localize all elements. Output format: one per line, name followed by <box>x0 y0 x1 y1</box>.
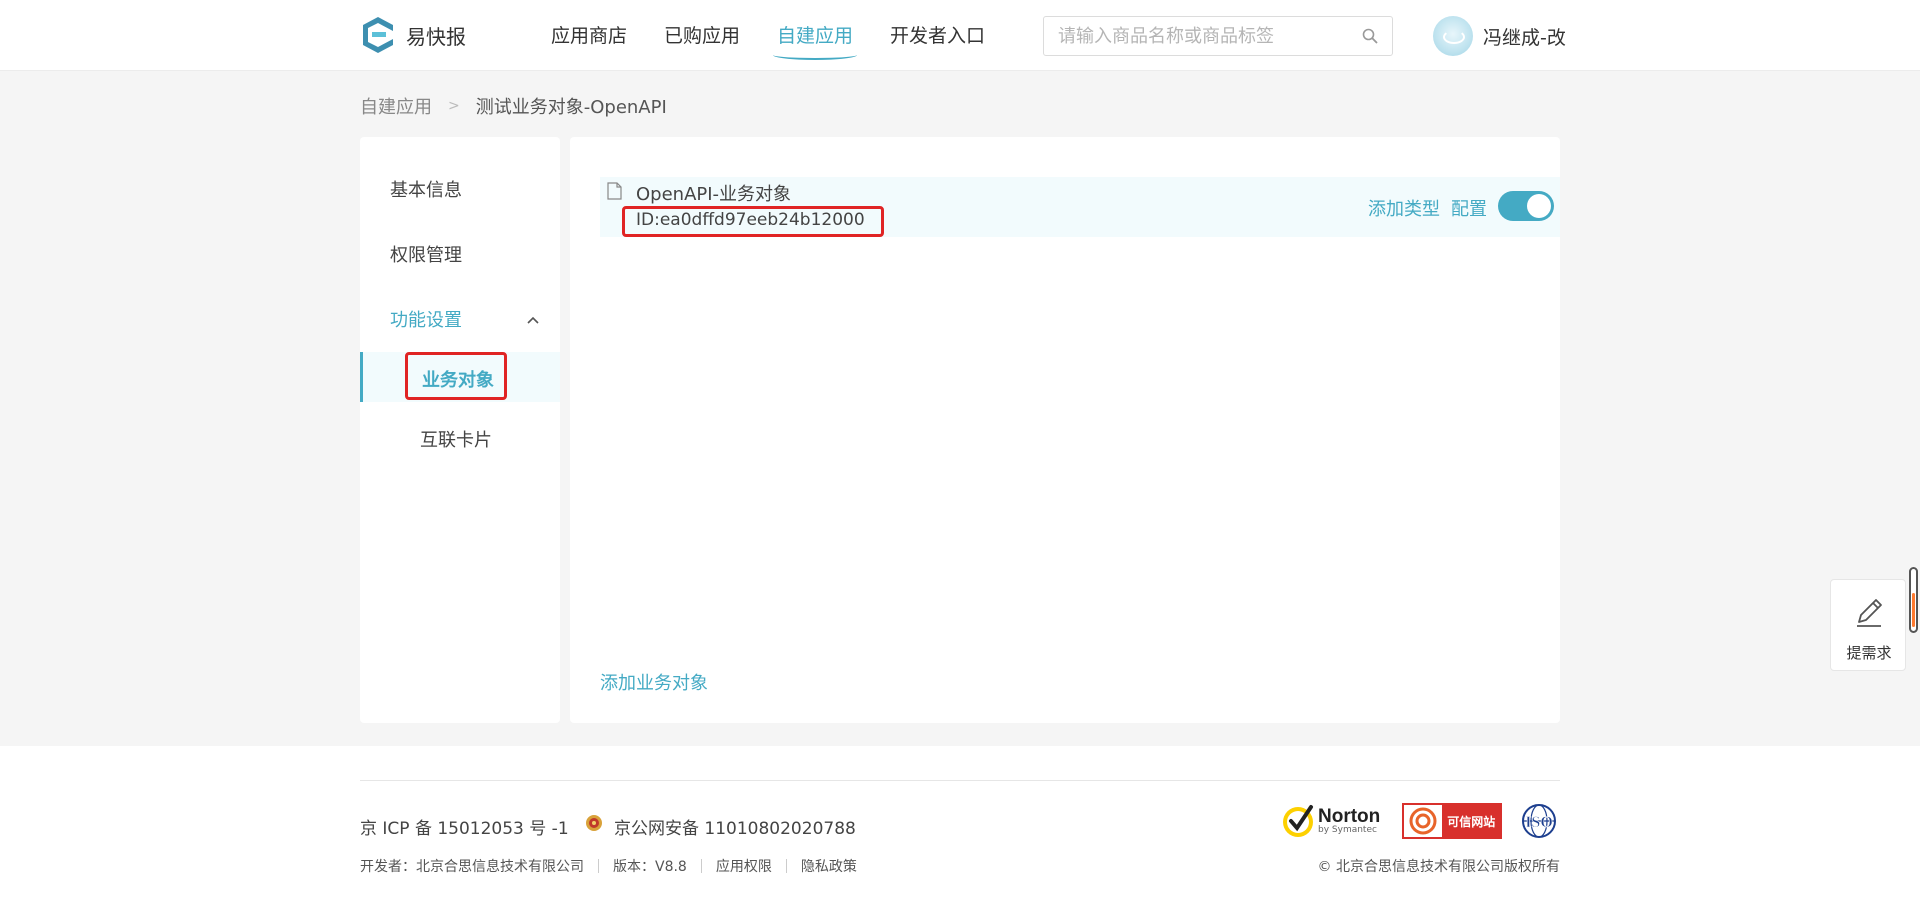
nav-developer-portal[interactable]: 开发者入口 <box>890 22 985 50</box>
sidebar-item-basic-info[interactable]: 基本信息 <box>390 176 462 202</box>
breadcrumb-parent[interactable]: 自建应用 <box>360 93 432 119</box>
police-emblem-icon <box>586 815 602 831</box>
norton-sub: by Symantec <box>1318 825 1377 835</box>
app-permissions-link[interactable]: 应用权限 <box>716 856 772 876</box>
icp-license[interactable]: 京 ICP 备 15012053 号 -1 <box>360 814 569 839</box>
public-security-record[interactable]: 京公网安备 11010802020788 <box>614 814 856 839</box>
page-footer: 京 ICP 备 15012053 号 -1 京公网安备 110108020207… <box>0 746 1920 902</box>
sidebar-group-feature-settings[interactable]: 功能设置 <box>390 306 462 332</box>
brand-logo[interactable]: 易快报 <box>360 15 466 55</box>
breadcrumb-separator-icon: > <box>448 98 460 114</box>
scrollbar-thumb[interactable] <box>1909 567 1918 633</box>
footer-separator <box>700 859 702 873</box>
configure-link[interactable]: 配置 <box>1451 195 1487 221</box>
highlight-box-object-id <box>622 206 884 237</box>
pen-icon <box>1857 599 1882 627</box>
trusted-site-label: 可信网站 <box>1442 805 1501 837</box>
add-business-object-link[interactable]: 添加业务对象 <box>600 669 708 695</box>
search-box <box>1043 16 1393 56</box>
nav-purchased-apps[interactable]: 已购应用 <box>664 22 740 50</box>
footer-separator <box>785 859 787 873</box>
breadcrumb-current: 测试业务对象-OpenAPI <box>475 97 667 118</box>
business-objects-panel: OpenAPI-业务对象 ID:ea0dffd97eeb24b12000 添加类… <box>570 137 1560 723</box>
chevron-up-icon[interactable] <box>526 315 540 325</box>
sidebar-item-permissions[interactable]: 权限管理 <box>390 241 462 267</box>
norton-check-icon <box>1283 805 1313 837</box>
user-name[interactable]: 冯继成-改 <box>1483 23 1566 50</box>
iso-label: ISO <box>1525 814 1553 831</box>
norton-brand: Norton <box>1318 806 1381 827</box>
main-nav: 应用商店 已购应用 自建应用 开发者入口 <box>551 22 1022 60</box>
add-type-link[interactable]: 添加类型 <box>1368 195 1440 221</box>
privacy-policy-link[interactable]: 隐私政策 <box>801 856 857 876</box>
version-info: 版本：V8.8 <box>613 859 687 875</box>
top-header: 易快报 应用商店 已购应用 自建应用 开发者入口 冯继成-改 <box>0 0 1920 71</box>
footer-divider <box>360 780 1560 781</box>
sidebar-item-interconnect-cards[interactable]: 互联卡片 <box>420 426 492 452</box>
settings-sidebar: 基本信息 权限管理 功能设置 业务对象 互联卡片 <box>360 137 560 723</box>
toggle-knob <box>1527 194 1551 218</box>
search-icon[interactable] <box>1362 28 1378 44</box>
breadcrumb: 自建应用 > 测试业务对象-OpenAPI <box>360 93 667 119</box>
feedback-label: 提需求 <box>1846 644 1892 662</box>
nav-custom-apps[interactable]: 自建应用 <box>773 22 858 60</box>
trusted-site-icon <box>1404 805 1443 837</box>
footer-links: 开发者：北京合思信息技术有限公司 版本：V8.8 应用权限 隐私政策 <box>360 856 857 876</box>
footer-separator <box>598 859 599 873</box>
copyright: © 北京合思信息技术有限公司版权所有 <box>1317 859 1560 875</box>
search-input[interactable] <box>1058 17 1358 55</box>
business-object-name: OpenAPI-业务对象 <box>636 184 792 205</box>
trust-badges: Norton by Symantec 可信网站 ISO <box>1280 803 1560 839</box>
iso-badge-icon[interactable]: ISO <box>1518 803 1560 839</box>
highlight-box-business-objects <box>405 352 507 400</box>
brand-e-icon <box>363 17 393 53</box>
avatar[interactable] <box>1433 16 1473 56</box>
nav-app-store[interactable]: 应用商店 <box>551 22 627 50</box>
developer-info: 开发者：北京合思信息技术有限公司 <box>360 859 584 875</box>
trusted-site-badge[interactable]: 可信网站 <box>1402 803 1503 839</box>
feedback-button[interactable]: 提需求 <box>1830 579 1906 671</box>
user-menu[interactable]: 冯继成-改 <box>1433 16 1566 56</box>
enable-toggle[interactable] <box>1498 191 1554 221</box>
brand-name: 易快报 <box>406 24 466 49</box>
norton-badge[interactable]: Norton by Symantec <box>1280 803 1380 839</box>
document-icon <box>607 182 622 200</box>
